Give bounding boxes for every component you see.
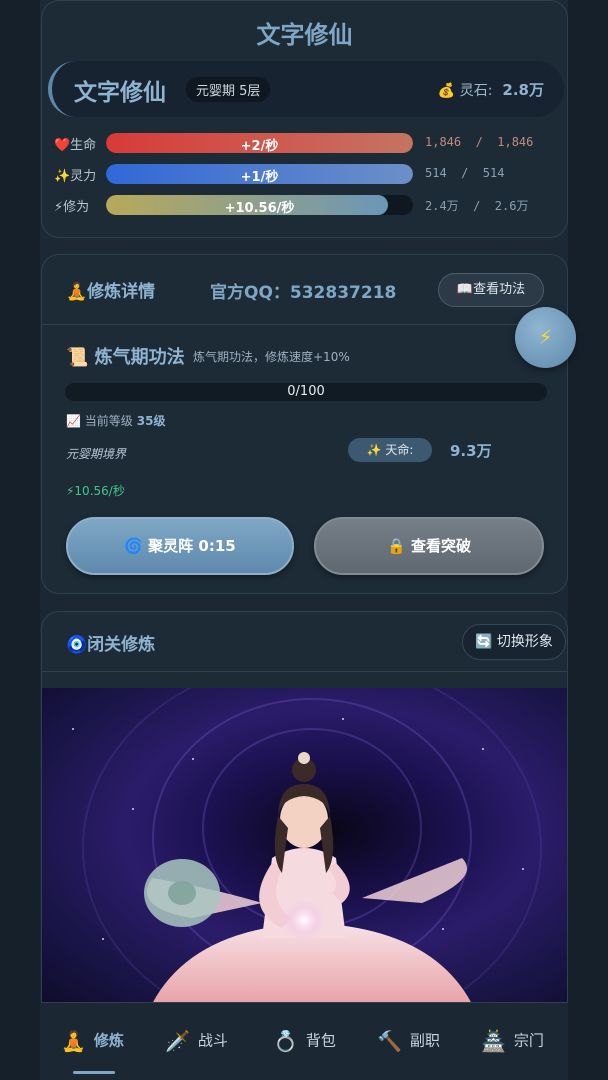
view-breakthrough-button[interactable]: 🔒 查看突破 xyxy=(314,517,544,575)
spirit-stone-value: 2.8万 xyxy=(502,81,544,99)
current-level: 📈 当前等级 35级 xyxy=(66,412,165,429)
retreat-title: 🧿闭关修炼 xyxy=(66,635,156,655)
health-rate: +2/秒 xyxy=(240,139,279,153)
cultivation-values: 2.4万 / 2.6万 xyxy=(425,199,529,213)
meditation-scene-image xyxy=(42,688,567,1004)
nav-item-sect[interactable]: 🏯 宗门 xyxy=(481,1029,544,1053)
technique-progress-text: 0/100 xyxy=(287,384,325,399)
mana-rate: +1/秒 xyxy=(240,170,279,184)
current-level-label: 📈 当前等级 xyxy=(66,414,133,428)
detail-title: 🧘修炼详情 xyxy=(66,282,156,302)
active-tab-indicator xyxy=(73,1071,115,1074)
spirit-stone-label: 💰 灵石: xyxy=(437,83,493,99)
status-card: 文字修仙 文字修仙 元婴期 5层 💰 灵石: 2.8万 ❤️生命 +2/秒 1,8… xyxy=(41,0,568,238)
nav-item-backpack[interactable]: 💍 背包 xyxy=(273,1029,336,1053)
spirit-array-button[interactable]: 🌀 聚灵阵 0:15 xyxy=(66,517,294,575)
technique-progress-bar: 0/100 xyxy=(65,383,547,401)
realm-level-badge: 元婴期 5层 xyxy=(186,77,271,102)
nav-label: 宗门 xyxy=(513,1031,544,1050)
cultivation-rate: +10.56/秒 xyxy=(224,201,295,215)
mana-row: ✨灵力 +1/秒 514 / 514 xyxy=(54,163,564,185)
cultivation-bar: +10.56/秒 xyxy=(106,195,413,215)
ring-icon: 💍 xyxy=(273,1029,298,1053)
meditation-icon: 🧘 xyxy=(61,1029,86,1053)
nav-label: 修炼 xyxy=(93,1031,124,1050)
mana-label: ✨灵力 xyxy=(54,169,97,184)
mana-bar: +1/秒 xyxy=(106,164,413,184)
view-technique-button[interactable]: 📖查看功法 xyxy=(438,273,544,307)
cultivation-row: ⚡修为 +10.56/秒 2.4万 / 2.6万 xyxy=(54,194,564,216)
lightning-fab-icon[interactable]: ⚡ xyxy=(515,307,576,368)
dagger-icon: 🗡️ xyxy=(165,1029,190,1053)
nav-label: 副职 xyxy=(409,1031,440,1050)
technique-description: 炼气期功法，修炼速度+10% xyxy=(193,350,350,364)
nav-item-battle[interactable]: 🗡️ 战斗 xyxy=(165,1029,228,1053)
nav-item-cultivate[interactable]: 🧘 修炼 xyxy=(61,1029,124,1053)
mana-values: 514 / 514 xyxy=(425,166,505,180)
nav-label: 背包 xyxy=(305,1031,336,1050)
health-row: ❤️生命 +2/秒 1,846 / 1,846 xyxy=(54,132,564,154)
nav-label: 战斗 xyxy=(197,1031,228,1050)
bottom-nav: 🧘 修炼 🗡️ 战斗 💍 背包 🔨 副职 🏯 宗门 xyxy=(41,1002,568,1080)
technique-title: 📜 炼气期功法 xyxy=(66,347,185,368)
fate-badge: ✨ 天命: xyxy=(348,438,432,462)
health-bar: +2/秒 xyxy=(106,133,413,153)
official-qq: 官方QQ：532837218 xyxy=(210,283,397,303)
retreat-header: 🧿闭关修炼 🔄 切换形象 xyxy=(42,612,567,672)
realm-name: 文字修仙 xyxy=(74,80,166,106)
cultivation-speed: ⚡10.56/秒 xyxy=(66,484,125,498)
health-values: 1,846 / 1,846 xyxy=(425,135,534,149)
fate-value: 9.3万 xyxy=(450,442,492,460)
health-label: ❤️生命 xyxy=(54,138,97,153)
hammer-icon: 🔨 xyxy=(377,1029,402,1053)
meditating-figure-illustration xyxy=(144,752,472,1004)
cultivation-detail-card: 🧘修炼详情 官方QQ：532837218 📖查看功法 📜 炼气期功法 炼气期功法… xyxy=(41,254,568,594)
nav-item-profession[interactable]: 🔨 副职 xyxy=(377,1029,440,1053)
detail-header: 🧘修炼详情 官方QQ：532837218 📖查看功法 xyxy=(42,255,567,325)
switch-avatar-button[interactable]: 🔄 切换形象 xyxy=(462,624,566,660)
cultivation-label: ⚡修为 xyxy=(54,200,90,215)
castle-icon: 🏯 xyxy=(481,1029,506,1053)
spirit-stone-display: 💰 灵石: 2.8万 xyxy=(438,79,544,100)
current-level-value: 35级 xyxy=(136,414,166,428)
realm-text: 元婴期境界 xyxy=(66,447,127,461)
app-title: 文字修仙 xyxy=(256,21,353,49)
realm-bar: 文字修仙 元婴期 5层 💰 灵石: 2.8万 xyxy=(48,61,564,117)
